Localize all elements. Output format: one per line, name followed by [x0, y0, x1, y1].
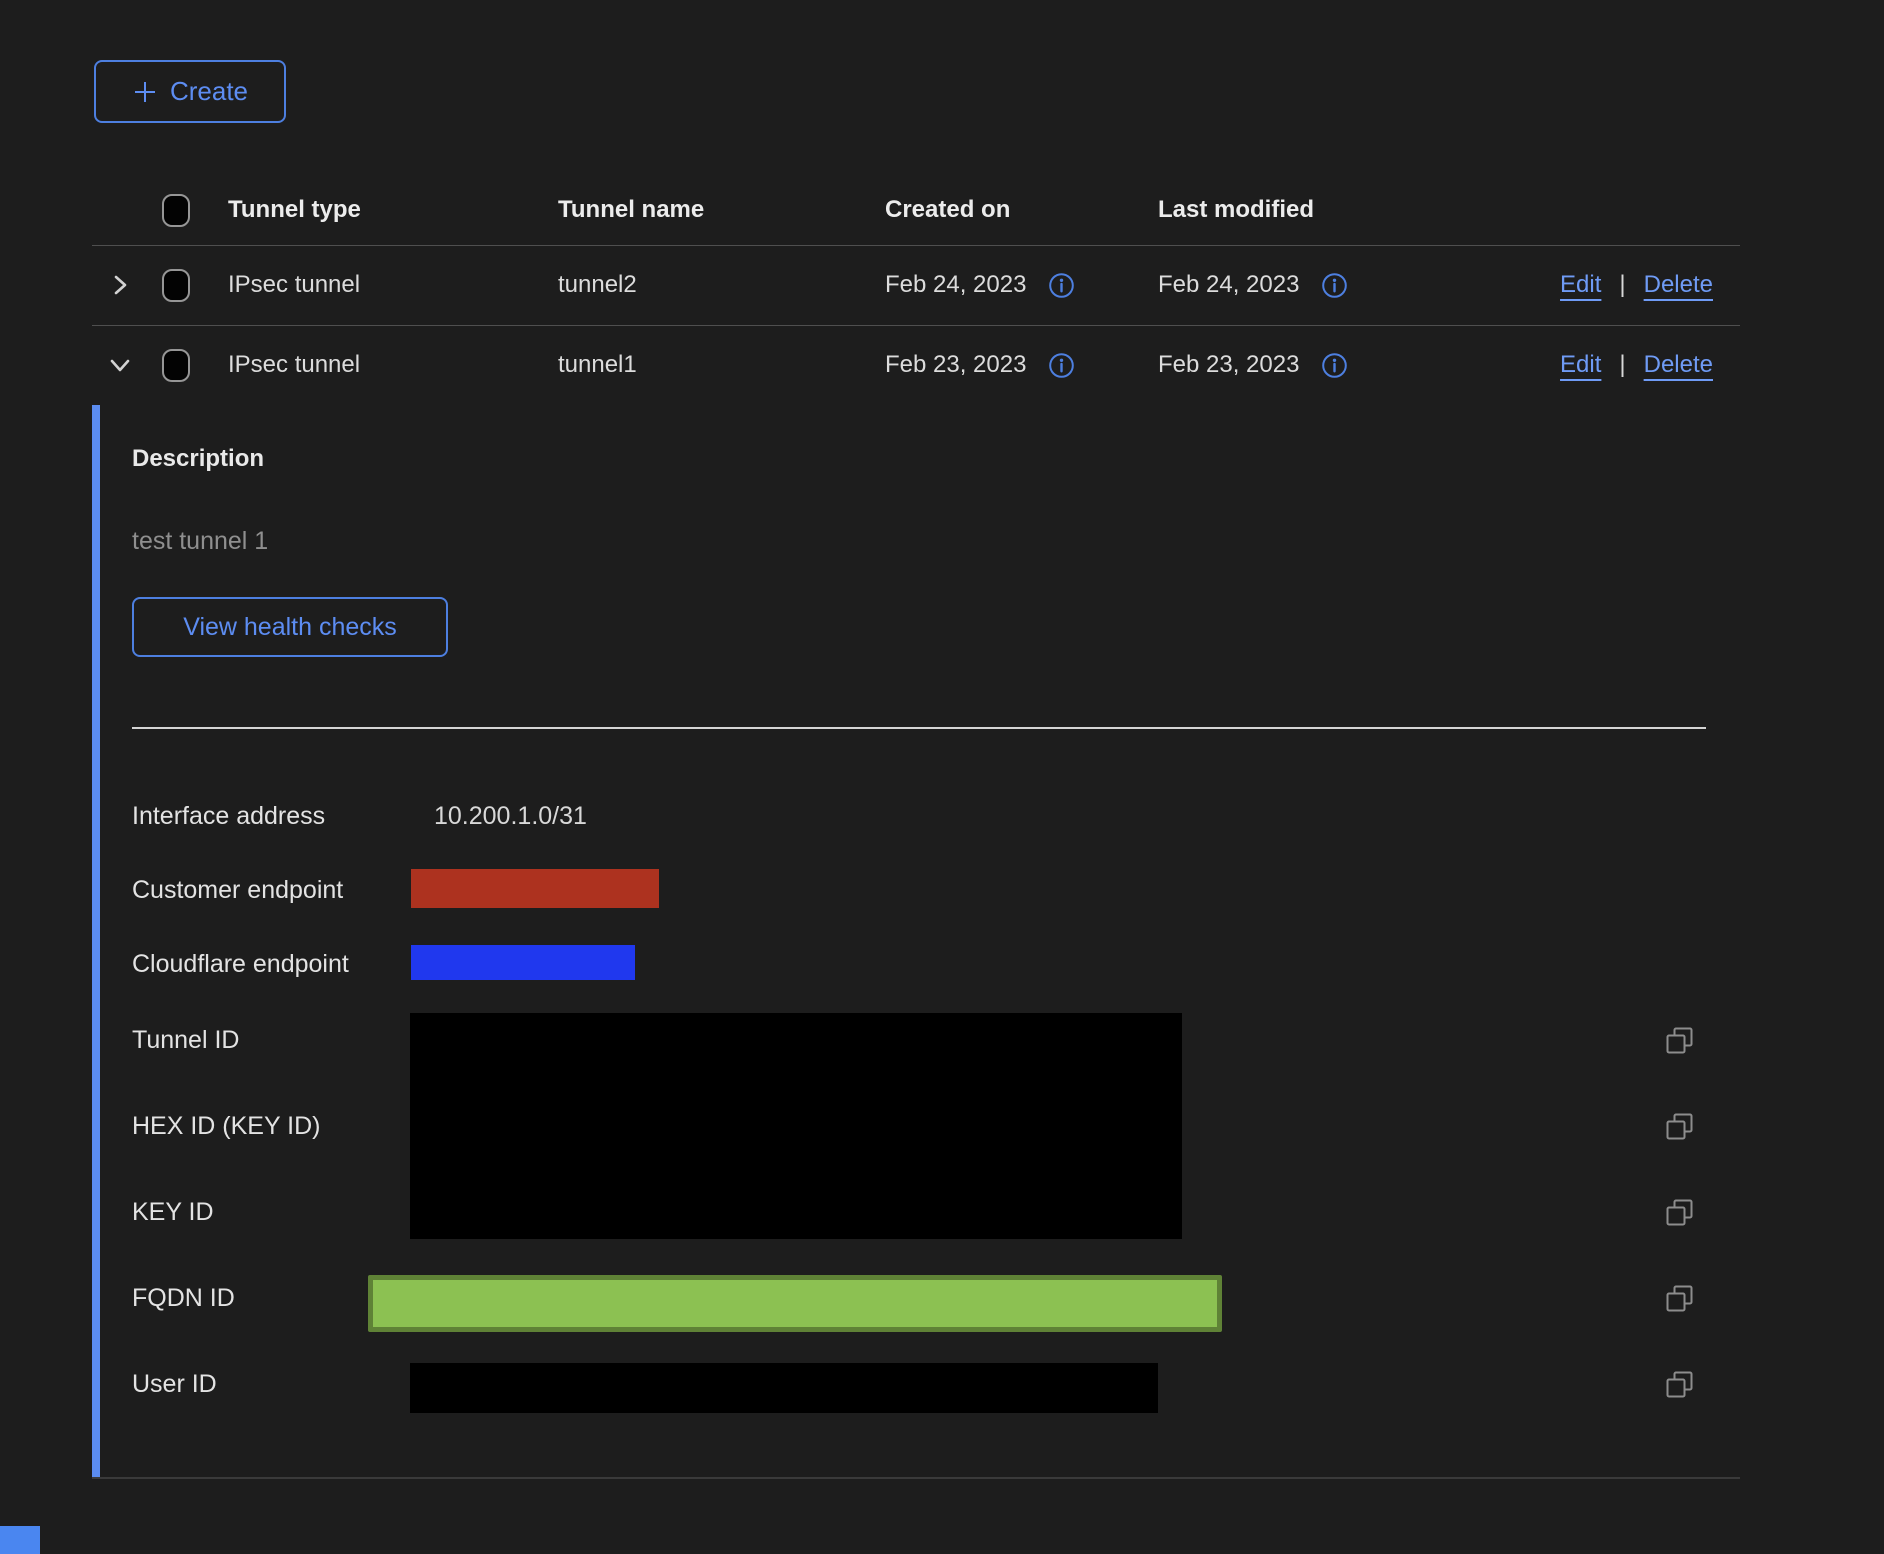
description-label: Description [132, 445, 264, 473]
create-button-label: Create [170, 76, 248, 107]
table-row-tunnel2: IPsec tunnel tunnel2 Feb 24, 2023 Feb 24… [92, 245, 1740, 325]
copy-icon [1664, 1369, 1696, 1400]
tunnel-type-value: IPsec tunnel [228, 245, 360, 325]
row-actions: Edit | Delete [1560, 325, 1713, 405]
expanded-row-accent-bar [92, 405, 100, 1478]
copy-icon [1664, 1197, 1696, 1228]
created-on-value: Feb 23, 2023 [885, 351, 1026, 379]
action-separator: | [1619, 271, 1625, 299]
user-id-label: User ID [132, 1369, 217, 1399]
tunnels-page: Create Tunnel type Tunnel name Created o… [0, 0, 1884, 1554]
created-on-cell: Feb 23, 2023 [885, 325, 1075, 405]
table-row-tunnel1: IPsec tunnel tunnel1 Feb 23, 2023 Feb 23… [92, 325, 1740, 405]
key-id-label: KEY ID [132, 1197, 214, 1227]
interface-address-label: Interface address [132, 801, 325, 831]
view-health-checks-label: View health checks [183, 613, 397, 642]
info-icon[interactable] [1321, 272, 1348, 299]
view-health-checks-button[interactable]: View health checks [132, 597, 448, 657]
action-separator: | [1619, 351, 1625, 379]
copy-fqdn-id-button[interactable] [1664, 1282, 1696, 1314]
create-button[interactable]: Create [94, 60, 286, 123]
delete-link-tunnel2[interactable]: Delete [1644, 271, 1713, 299]
row-select-cell [162, 245, 192, 325]
last-modified-value: Feb 24, 2023 [1158, 271, 1299, 299]
last-modified-cell: Feb 24, 2023 [1158, 245, 1348, 325]
tunnel-name-value: tunnel1 [558, 325, 637, 405]
expand-toggle-tunnel2[interactable] [106, 245, 134, 325]
plus-icon [132, 79, 158, 105]
panel-divider [132, 727, 1706, 729]
chevron-down-icon [106, 351, 134, 379]
info-icon[interactable] [1048, 352, 1075, 379]
delete-link-tunnel1[interactable]: Delete [1644, 351, 1713, 379]
row-checkbox-tunnel1[interactable] [162, 349, 190, 382]
customer-endpoint-label: Customer endpoint [132, 875, 343, 905]
customer-endpoint-redacted-value [411, 869, 659, 908]
copy-hex-id-button[interactable] [1664, 1110, 1696, 1142]
select-all-cell [162, 175, 192, 245]
edit-link-tunnel1[interactable]: Edit [1560, 351, 1601, 379]
copy-icon [1664, 1283, 1696, 1314]
header-last-modified: Last modified [1158, 175, 1314, 245]
bottom-left-accent-strip [0, 1526, 40, 1554]
copy-icon [1664, 1025, 1696, 1056]
header-tunnel-name: Tunnel name [558, 175, 704, 245]
ids-redacted-values [410, 1013, 1182, 1239]
row-checkbox-tunnel2[interactable] [162, 269, 190, 302]
panel-bottom-border [92, 1477, 1740, 1479]
header-tunnel-type: Tunnel type [228, 175, 361, 245]
copy-key-id-button[interactable] [1664, 1196, 1696, 1228]
last-modified-value: Feb 23, 2023 [1158, 351, 1299, 379]
interface-address-value: 10.200.1.0/31 [434, 801, 587, 831]
fqdn-id-redacted-value [368, 1275, 1222, 1332]
table-header-row: Tunnel type Tunnel name Created on Last … [92, 175, 1740, 245]
expand-toggle-tunnel1[interactable] [106, 325, 134, 405]
tunnel-id-label: Tunnel ID [132, 1025, 239, 1055]
user-id-redacted-value [410, 1363, 1158, 1413]
info-icon[interactable] [1321, 352, 1348, 379]
fqdn-id-label: FQDN ID [132, 1283, 235, 1313]
tunnel-name-value: tunnel2 [558, 245, 637, 325]
cloudflare-endpoint-label: Cloudflare endpoint [132, 949, 349, 979]
chevron-right-icon [106, 271, 134, 299]
edit-link-tunnel2[interactable]: Edit [1560, 271, 1601, 299]
created-on-value: Feb 24, 2023 [885, 271, 1026, 299]
copy-tunnel-id-button[interactable] [1664, 1024, 1696, 1056]
row-select-cell [162, 325, 192, 405]
row-actions: Edit | Delete [1560, 245, 1713, 325]
select-all-checkbox[interactable] [162, 194, 190, 227]
tunnel-type-value: IPsec tunnel [228, 325, 360, 405]
created-on-cell: Feb 24, 2023 [885, 245, 1075, 325]
copy-icon [1664, 1111, 1696, 1142]
header-created-on: Created on [885, 175, 1010, 245]
hex-id-label: HEX ID (KEY ID) [132, 1111, 320, 1141]
description-value: test tunnel 1 [132, 527, 268, 556]
last-modified-cell: Feb 23, 2023 [1158, 325, 1348, 405]
cloudflare-endpoint-redacted-value [411, 945, 635, 980]
info-icon[interactable] [1048, 272, 1075, 299]
copy-user-id-button[interactable] [1664, 1368, 1696, 1400]
